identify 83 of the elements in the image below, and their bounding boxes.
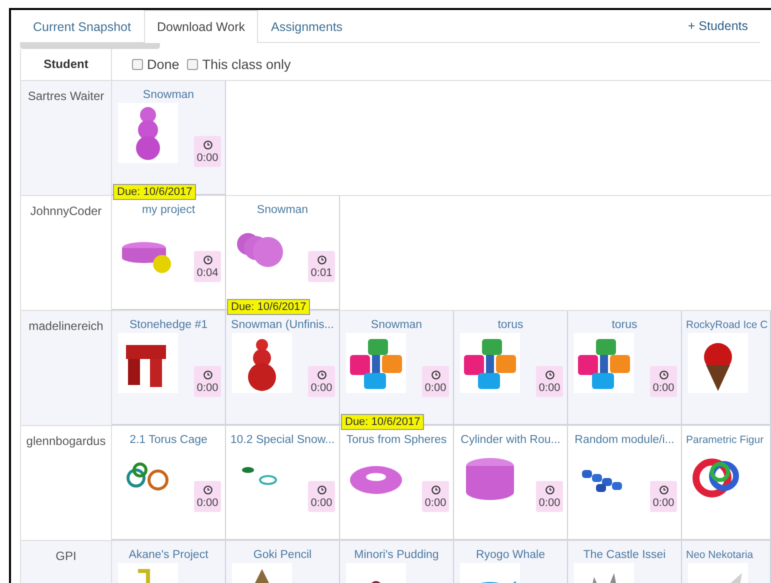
student-name: GPI bbox=[20, 541, 112, 583]
clock-icon bbox=[316, 254, 326, 264]
work-cell[interactable]: Parametric Figur bbox=[682, 426, 771, 540]
clock-icon bbox=[202, 484, 212, 494]
clock-icon bbox=[202, 140, 212, 150]
work-title[interactable]: Snowman bbox=[226, 204, 339, 216]
work-cell[interactable]: 10.2 Special Snow... 0:00 bbox=[226, 426, 340, 540]
checkbox-label: Done bbox=[147, 57, 180, 72]
work-title[interactable]: torus bbox=[568, 319, 681, 331]
work-title[interactable]: Parametric Figur bbox=[682, 434, 770, 446]
time-badge: 0:00 bbox=[422, 366, 449, 397]
work-title[interactable]: my project bbox=[112, 204, 225, 216]
student-name: madelinereich bbox=[20, 311, 112, 425]
due-date-badge: Due: 10/6/2017 bbox=[113, 184, 196, 200]
work-cell[interactable]: Ryogo Whale bbox=[454, 541, 568, 583]
clock-icon bbox=[658, 484, 668, 494]
time-badge: 0:00 bbox=[308, 366, 335, 397]
work-cell[interactable]: Snowman (Unfinis... 0:00 bbox=[226, 311, 340, 425]
work-cell[interactable]: torus 0:00 bbox=[568, 311, 682, 425]
clock-icon bbox=[658, 370, 668, 380]
work-title[interactable]: 2.1 Torus Cage bbox=[112, 434, 225, 446]
column-header: Student bbox=[20, 49, 112, 80]
work-cell[interactable]: my project 0:04 bbox=[112, 196, 226, 310]
time-badge: 0:04 bbox=[194, 251, 221, 282]
tab[interactable]: Download Work bbox=[144, 10, 258, 43]
work-cell[interactable]: Minori's Pudding bbox=[340, 541, 454, 583]
clock-icon bbox=[202, 370, 212, 380]
work-cell[interactable]: Cylinder with Rou... 0:00 bbox=[454, 426, 568, 540]
time-badge: 0:00 bbox=[308, 481, 335, 512]
checkbox[interactable] bbox=[187, 59, 198, 70]
work-cell[interactable]: Stonehedge #1 0:00 bbox=[112, 311, 226, 425]
work-cell[interactable]: Neo Nekotaria bbox=[682, 541, 771, 583]
work-title[interactable]: Neo Nekotaria bbox=[682, 549, 770, 561]
work-title[interactable]: Random module/i... bbox=[568, 434, 681, 446]
work-cell[interactable]: torus 0:00 bbox=[454, 311, 568, 425]
time-badge: 0:00 bbox=[194, 366, 221, 397]
work-title[interactable]: Snowman bbox=[112, 89, 225, 101]
work-cell[interactable]: RockyRoad Ice C bbox=[682, 311, 771, 425]
work-title[interactable]: 10.2 Special Snow... bbox=[226, 434, 339, 446]
work-title[interactable]: torus bbox=[454, 319, 567, 331]
checkbox[interactable] bbox=[132, 59, 143, 70]
work-title[interactable]: Snowman bbox=[340, 319, 453, 331]
work-title[interactable]: RockyRoad Ice C bbox=[682, 319, 770, 331]
due-date-badge: Due: 10/6/2017 bbox=[341, 414, 424, 430]
student-name: Sartres Waiter bbox=[20, 81, 112, 195]
work-cell[interactable]: The Castle Issei bbox=[568, 541, 682, 583]
clock-icon bbox=[544, 484, 554, 494]
time-badge: 0:01 bbox=[308, 251, 335, 282]
time-badge: 0:00 bbox=[422, 481, 449, 512]
clock-icon bbox=[316, 484, 326, 494]
scrollbar[interactable] bbox=[20, 43, 160, 49]
work-title[interactable]: Snowman (Unfinis... bbox=[226, 319, 339, 331]
time-badge: 0:00 bbox=[194, 136, 221, 167]
work-title[interactable]: Torus from Spheres bbox=[340, 434, 453, 446]
clock-icon bbox=[430, 370, 440, 380]
tab[interactable]: Assignments bbox=[258, 10, 356, 42]
work-title[interactable]: Cylinder with Rou... bbox=[454, 434, 567, 446]
due-date-badge: Due: 10/6/2017 bbox=[227, 299, 310, 315]
clock-icon bbox=[316, 370, 326, 380]
time-badge: 0:00 bbox=[536, 481, 563, 512]
clock-icon bbox=[202, 254, 212, 264]
clock-icon bbox=[544, 370, 554, 380]
time-badge: 0:00 bbox=[650, 481, 677, 512]
clock-icon bbox=[430, 484, 440, 494]
work-title[interactable]: Akane's Project bbox=[112, 549, 225, 561]
work-cell[interactable]: Random module/i... 0:00 bbox=[568, 426, 682, 540]
work-title[interactable]: Ryogo Whale bbox=[454, 549, 567, 561]
work-title[interactable]: Goki Pencil bbox=[226, 549, 339, 561]
work-cell[interactable]: Torus from Spheres 0:00 bbox=[340, 426, 454, 540]
add-students-link[interactable]: + Students bbox=[676, 10, 760, 42]
time-badge: 0:00 bbox=[536, 366, 563, 397]
work-title[interactable]: The Castle Issei bbox=[568, 549, 681, 561]
tab[interactable]: Current Snapshot bbox=[20, 10, 144, 42]
time-badge: 0:00 bbox=[650, 366, 677, 397]
work-title[interactable]: Minori's Pudding bbox=[340, 549, 453, 561]
work-cell[interactable]: Akane's Project bbox=[112, 541, 226, 583]
checkbox-label: This class only bbox=[202, 57, 291, 72]
work-cell[interactable]: Goki Pencil bbox=[226, 541, 340, 583]
work-cell[interactable]: 2.1 Torus Cage 0:00 bbox=[112, 426, 226, 540]
time-badge: 0:00 bbox=[194, 481, 221, 512]
student-name: glennbogardus bbox=[20, 426, 112, 540]
student-name: JohnnyCoder bbox=[20, 196, 112, 310]
work-title[interactable]: Stonehedge #1 bbox=[112, 319, 225, 331]
